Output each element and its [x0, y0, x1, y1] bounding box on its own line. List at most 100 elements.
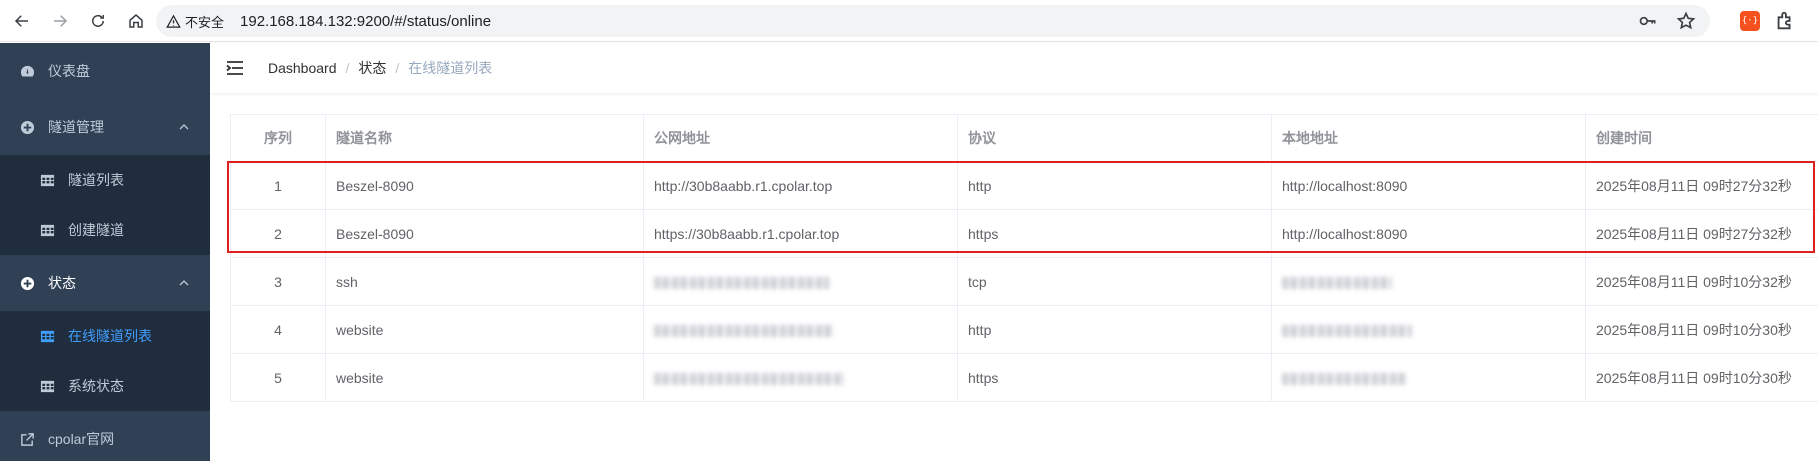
forward-button[interactable] — [44, 5, 76, 37]
cell-local-address-redacted — [1272, 306, 1586, 354]
plus-circle-icon — [20, 276, 35, 291]
sidebar-item-cpolar-site[interactable]: cpolar官网 — [0, 411, 210, 467]
column-header-protocol: 协议 — [958, 115, 1272, 162]
sidebar-item-create-tunnel[interactable]: 创建隧道 — [0, 205, 210, 255]
cell-created-time: 2025年08月11日 09时27分32秒 — [1586, 162, 1818, 210]
breadcrumb-current: 在线隧道列表 — [408, 58, 492, 78]
cell-local-address-redacted — [1272, 354, 1586, 402]
sidebar: 仪表盘 隧道管理 隧道列表 创建隧道 状态 在线隧道列表 — [0, 43, 210, 461]
redacted-text — [1282, 373, 1407, 385]
table-icon — [40, 329, 55, 344]
navbar: Dashboard / 状态 / 在线隧道列表 — [210, 43, 1818, 93]
table-header-row: 序列 隧道名称 公网地址 协议 本地地址 创建时间 — [231, 115, 1818, 162]
breadcrumb-status[interactable]: 状态 — [358, 58, 386, 78]
cell-name: Beszel-8090 — [326, 210, 644, 258]
sidebar-item-system-status[interactable]: 系统状态 — [0, 361, 210, 411]
cell-public-address: https://30b8aabb.r1.cpolar.top — [644, 210, 958, 258]
star-icon[interactable] — [1676, 11, 1696, 31]
cell-protocol: tcp — [958, 258, 1272, 306]
hamburger-icon[interactable] — [225, 58, 245, 78]
redacted-text — [654, 373, 844, 385]
table-row: 4 website http 2025年08月11日 09时10分30秒 — [231, 306, 1818, 354]
table-row: 1 Beszel-8090 http://30b8aabb.r1.cpolar.… — [231, 162, 1818, 210]
sidebar-item-label: 创建隧道 — [68, 220, 124, 240]
reload-icon — [89, 12, 107, 30]
submenu-tunnel-management: 隧道列表 创建隧道 — [0, 155, 210, 255]
sidebar-item-label: cpolar官网 — [48, 429, 114, 449]
cell-name: Beszel-8090 — [326, 162, 644, 210]
sidebar-item-tunnel-management[interactable]: 隧道管理 — [0, 99, 210, 155]
column-header-public-address: 公网地址 — [644, 115, 958, 162]
main-content: Dashboard / 状态 / 在线隧道列表 序列 隧道名称 公网地址 协议 — [210, 43, 1818, 461]
cell-index: 1 — [231, 162, 326, 210]
sidebar-item-label: 状态 — [48, 273, 76, 293]
submenu-status: 在线隧道列表 系统状态 — [0, 311, 210, 411]
cell-name: ssh — [326, 258, 644, 306]
redacted-text — [1282, 325, 1412, 337]
breadcrumb: Dashboard / 状态 / 在线隧道列表 — [268, 58, 492, 78]
column-header-created-time: 创建时间 — [1586, 115, 1818, 162]
cell-index: 3 — [231, 258, 326, 306]
sidebar-item-dashboard[interactable]: 仪表盘 — [0, 43, 210, 99]
cell-protocol: https — [958, 354, 1272, 402]
cell-index: 4 — [231, 306, 326, 354]
cell-local-address: http://localhost:8090 — [1272, 162, 1586, 210]
chevron-up-icon — [178, 277, 190, 289]
cell-created-time: 2025年08月11日 09时10分30秒 — [1586, 354, 1818, 402]
cell-name: website — [326, 354, 644, 402]
table-row: 2 Beszel-8090 https://30b8aabb.r1.cpolar… — [231, 210, 1818, 258]
home-button[interactable] — [120, 5, 152, 37]
back-button[interactable] — [6, 5, 38, 37]
table-icon — [40, 223, 55, 238]
column-header-name: 隧道名称 — [326, 115, 644, 162]
sidebar-item-online-tunnels[interactable]: 在线隧道列表 — [0, 311, 210, 361]
sidebar-item-label: 隧道管理 — [48, 117, 104, 137]
column-header-local-address: 本地地址 — [1272, 115, 1586, 162]
cell-local-address-redacted — [1272, 258, 1586, 306]
cell-created-time: 2025年08月11日 09时10分32秒 — [1586, 258, 1818, 306]
redacted-text — [1282, 277, 1392, 289]
breadcrumb-separator: / — [395, 60, 399, 76]
chevron-up-icon — [178, 121, 190, 133]
cell-created-time: 2025年08月11日 09时10分30秒 — [1586, 306, 1818, 354]
cell-protocol: http — [958, 162, 1272, 210]
cell-index: 5 — [231, 354, 326, 402]
url-text[interactable]: 192.168.184.132:9200/#/status/online — [240, 13, 491, 30]
cell-protocol: https — [958, 210, 1272, 258]
sidebar-item-label: 仪表盘 — [48, 61, 90, 81]
warning-icon — [166, 14, 181, 29]
home-icon — [127, 12, 145, 30]
cell-protocol: http — [958, 306, 1272, 354]
redacted-text — [654, 277, 829, 289]
table-row: 3 ssh tcp 2025年08月11日 09时10分32秒 — [231, 258, 1818, 306]
security-label: 不安全 — [185, 12, 224, 31]
sidebar-item-label: 在线隧道列表 — [68, 326, 152, 346]
breadcrumb-separator: / — [346, 60, 350, 76]
extension-icon[interactable]: {·} — [1740, 11, 1760, 31]
column-header-index: 序列 — [231, 115, 326, 162]
table-icon — [40, 173, 55, 188]
key-icon[interactable] — [1638, 11, 1658, 31]
sidebar-item-label: 系统状态 — [68, 376, 124, 396]
address-bar[interactable]: 不安全 192.168.184.132:9200/#/status/online — [156, 5, 1710, 37]
sidebar-item-label: 隧道列表 — [68, 170, 124, 190]
table-icon — [40, 379, 55, 394]
cell-created-time: 2025年08月11日 09时27分32秒 — [1586, 210, 1818, 258]
table-row: 5 website https 2025年08月11日 09时10分30秒 — [231, 354, 1818, 402]
cell-public-address: http://30b8aabb.r1.cpolar.top — [644, 162, 958, 210]
cell-public-address-redacted — [644, 306, 958, 354]
sidebar-item-status[interactable]: 状态 — [0, 255, 210, 311]
sidebar-item-tunnel-list[interactable]: 隧道列表 — [0, 155, 210, 205]
dashboard-icon — [20, 64, 35, 79]
external-link-icon — [20, 432, 35, 447]
cell-index: 2 — [231, 210, 326, 258]
puzzle-icon[interactable] — [1774, 10, 1796, 32]
cell-public-address-redacted — [644, 258, 958, 306]
security-indicator[interactable]: 不安全 — [166, 12, 224, 31]
arrow-right-icon — [51, 12, 69, 30]
breadcrumb-dashboard[interactable]: Dashboard — [268, 60, 337, 76]
plus-circle-icon — [20, 120, 35, 135]
tunnel-table: 序列 隧道名称 公网地址 协议 本地地址 创建时间 1 Beszel-8090 … — [230, 114, 1818, 402]
arrow-left-icon — [13, 12, 31, 30]
reload-button[interactable] — [82, 5, 114, 37]
